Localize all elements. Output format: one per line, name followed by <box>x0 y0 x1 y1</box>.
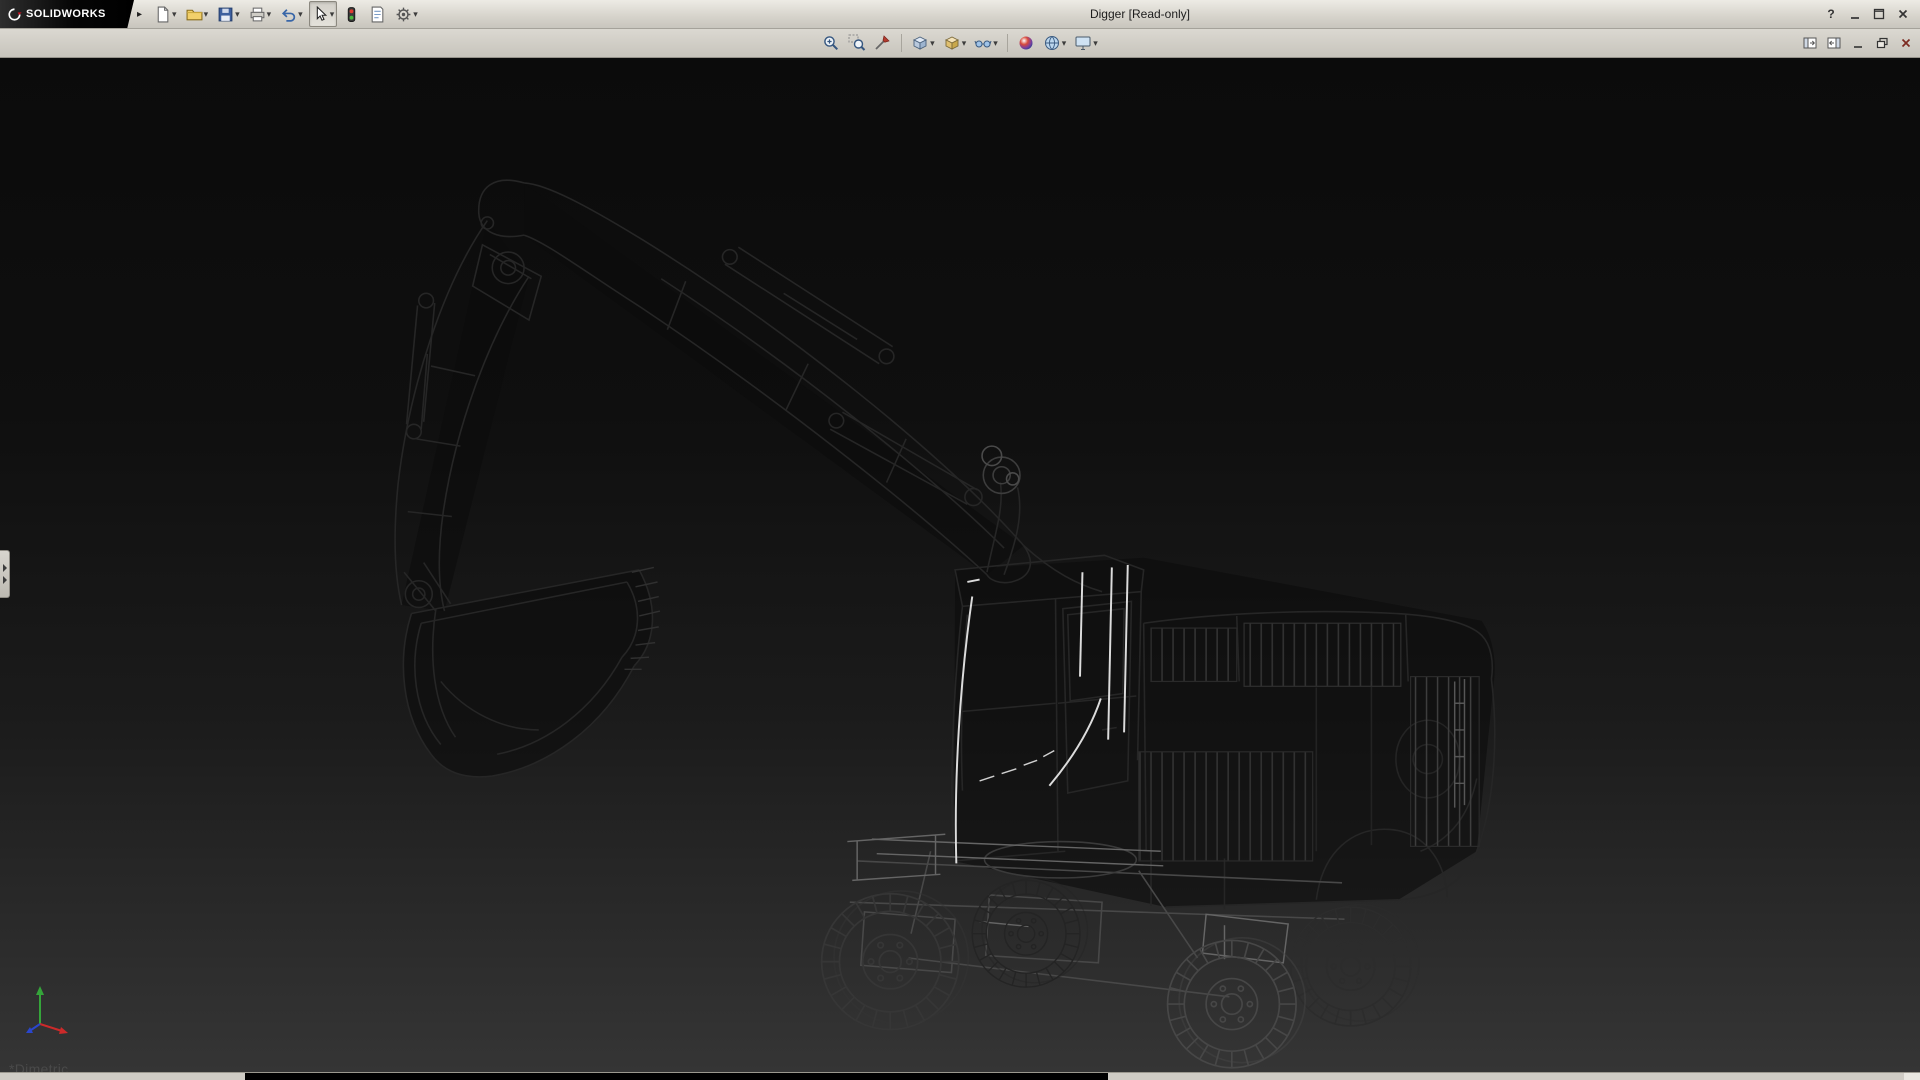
select-button[interactable]: ▾ <box>309 1 338 27</box>
expand-pane-icon <box>1827 36 1841 50</box>
select-cursor-icon <box>312 6 329 23</box>
view-settings-icon <box>1074 34 1092 52</box>
undo-button[interactable]: ▾ <box>277 1 306 27</box>
open-button[interactable]: ▾ <box>183 1 212 27</box>
orientation-triad <box>24 982 76 1038</box>
help-button[interactable]: ? <box>1822 5 1840 23</box>
solidworks-logo-icon <box>7 7 22 22</box>
print-icon <box>249 6 266 23</box>
solidworks-window: SOLIDWORKS ▸ ▾ ▾ <box>0 0 1920 1080</box>
hide-show-items-caret[interactable]: ▾ <box>993 39 998 48</box>
model-wireframe-digger[interactable] <box>0 58 1920 1072</box>
open-dropdown-caret[interactable]: ▾ <box>204 10 209 19</box>
new-dropdown-caret[interactable]: ▾ <box>172 10 177 19</box>
expand-right-pane-button[interactable] <box>1825 35 1842 52</box>
triad-x-axis <box>40 1024 62 1031</box>
toolbar-separator <box>901 34 902 52</box>
restore-icon <box>1875 36 1889 50</box>
graphics-viewport[interactable]: *Dimetric <box>0 58 1920 1072</box>
headsup-view-toolbar: ▾ ▾ ▾ <box>820 30 1100 56</box>
view-orientation-label: *Dimetric <box>9 1061 68 1072</box>
minimize-icon <box>1848 7 1862 21</box>
toolbar-separator <box>1007 34 1008 52</box>
restore-document-button[interactable] <box>1873 35 1890 52</box>
status-bar-segment <box>245 1073 1108 1080</box>
select-dropdown-caret[interactable]: ▾ <box>330 10 335 19</box>
featuremanager-collapse-handle[interactable] <box>0 550 10 598</box>
options-dropdown-caret[interactable]: ▾ <box>413 10 418 19</box>
hide-show-items-icon <box>974 34 992 52</box>
minimize-icon <box>1851 36 1865 50</box>
solidworks-logo-text: SOLIDWORKS <box>26 8 106 20</box>
minimize-document-button[interactable] <box>1849 35 1866 52</box>
view-settings-button[interactable]: ▾ <box>1072 30 1100 56</box>
options-button[interactable]: ▾ <box>392 1 421 27</box>
print-button[interactable]: ▾ <box>246 1 275 27</box>
minimize-window-button[interactable] <box>1846 5 1864 23</box>
document-window-controls <box>1801 29 1914 57</box>
view-orientation-cube-icon <box>911 34 929 52</box>
triad-z-axis <box>31 1024 40 1030</box>
section-view-button[interactable] <box>872 30 894 56</box>
window-title: Digger [Read-only] <box>480 7 1800 21</box>
zoom-to-area-icon <box>848 34 866 52</box>
undo-arrow-icon <box>280 6 297 23</box>
new-button[interactable]: ▾ <box>151 1 180 27</box>
print-dropdown-caret[interactable]: ▾ <box>267 10 272 19</box>
maximize-icon <box>1872 7 1886 21</box>
display-style-button[interactable]: ▾ <box>941 30 969 56</box>
status-bar <box>0 1072 1920 1080</box>
status-bar-right-cap <box>1904 1073 1920 1080</box>
apply-scene-caret[interactable]: ▾ <box>1062 39 1067 48</box>
save-dropdown-caret[interactable]: ▾ <box>235 10 240 19</box>
file-properties-icon <box>369 6 386 23</box>
zoom-to-fit-icon <box>822 34 840 52</box>
maximize-window-button[interactable] <box>1870 5 1888 23</box>
view-orientation-caret[interactable]: ▾ <box>930 39 935 48</box>
rebuild-traffic-light-icon <box>343 6 360 23</box>
apply-scene-button[interactable]: ▾ <box>1041 30 1069 56</box>
options-gear-icon <box>395 6 412 23</box>
wheels[interactable] <box>822 878 1419 1068</box>
file-properties-button[interactable] <box>366 1 389 27</box>
title-bar: SOLIDWORKS ▸ ▾ ▾ <box>0 0 1920 29</box>
apply-scene-globe-icon <box>1043 34 1061 52</box>
display-style-icon <box>943 34 961 52</box>
model-silhouette <box>402 183 1495 907</box>
close-document-button[interactable] <box>1897 35 1914 52</box>
close-icon <box>1896 7 1910 21</box>
save-button[interactable]: ▾ <box>214 1 243 27</box>
view-settings-caret[interactable]: ▾ <box>1093 39 1098 48</box>
standard-toolbar: ▾ ▾ ▾ <box>147 1 421 27</box>
display-style-caret[interactable]: ▾ <box>962 39 967 48</box>
menu-expand-arrow[interactable]: ▸ <box>134 9 147 20</box>
window-controls: ? <box>1822 5 1920 23</box>
solidworks-logo: SOLIDWORKS <box>0 0 134 28</box>
edit-appearance-ball-icon <box>1017 34 1035 52</box>
hide-show-items-button[interactable]: ▾ <box>972 30 1000 56</box>
open-folder-icon <box>186 6 203 23</box>
rebuild-button[interactable] <box>340 1 363 27</box>
close-window-button[interactable] <box>1894 5 1912 23</box>
close-icon <box>1899 36 1913 50</box>
zoom-to-area-button[interactable] <box>846 30 868 56</box>
expand-left-pane-button[interactable] <box>1801 35 1818 52</box>
expand-pane-icon <box>1803 36 1817 50</box>
view-orientation-button[interactable]: ▾ <box>909 30 937 56</box>
undo-dropdown-caret[interactable]: ▾ <box>298 10 303 19</box>
panel-expand-arrows-icon <box>2 561 8 587</box>
edit-appearance-button[interactable] <box>1015 30 1037 56</box>
new-document-icon <box>154 6 171 23</box>
headsup-toolbar-row: ▾ ▾ ▾ <box>0 29 1920 58</box>
zoom-to-fit-button[interactable] <box>820 30 842 56</box>
save-floppy-icon <box>217 6 234 23</box>
section-view-icon <box>874 34 892 52</box>
